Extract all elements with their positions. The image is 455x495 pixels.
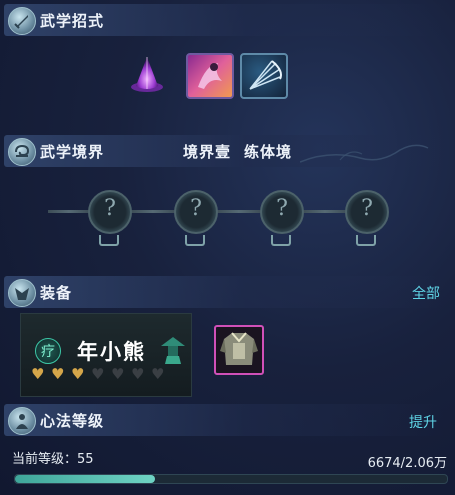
level-label: 当前等级：55 (12, 452, 94, 467)
exp-progress-fill (15, 475, 155, 483)
realm-node-2[interactable]: ? (174, 190, 218, 234)
moves-section-header: 武学招式 (4, 4, 444, 36)
heart-icon: ♥ (91, 365, 105, 383)
sage-figure-icon (8, 407, 36, 435)
character-card[interactable]: 疗 年小熊 (20, 313, 192, 397)
realm-node-3[interactable]: ? (260, 190, 304, 234)
heart-method-title: 心法等级 (40, 412, 105, 430)
upgrade-link[interactable]: 提升 (409, 412, 437, 432)
realm-node-4[interactable]: ? (345, 190, 389, 234)
healer-badge-icon: 疗 (35, 338, 61, 364)
all-equipment-link[interactable]: 全部 (412, 283, 440, 303)
equipment-emblem-icon (8, 279, 36, 307)
question-mark-icon: ? (190, 196, 202, 221)
character-name: 年小熊 (77, 340, 146, 364)
lock-tab-icon (271, 235, 291, 246)
skill-slot-crystal[interactable] (124, 53, 170, 97)
question-mark-icon: ? (361, 196, 373, 221)
heart-icon: ♥ (151, 365, 165, 383)
realm-stage: 练体境 (244, 143, 293, 161)
question-mark-icon: ? (104, 196, 116, 221)
heart-icon: ♥ (31, 365, 45, 383)
heart-method-section-header: 心法等级 提升 (4, 404, 444, 436)
moves-title: 武学招式 (40, 12, 105, 30)
realm-node-1[interactable]: ? (88, 190, 132, 234)
skill-slot-fan[interactable] (240, 53, 288, 99)
question-mark-icon: ? (276, 196, 288, 221)
exp-text: 6674/2.06万 (367, 456, 447, 471)
cloud-ornament (300, 144, 429, 163)
realm-title: 武学境界 (40, 143, 105, 161)
heart-icon: ♥ (131, 365, 145, 383)
heart-icon: ♥ (71, 365, 85, 383)
heart-icon: ♥ (111, 365, 125, 383)
equipment-slot-armor[interactable] (214, 325, 264, 375)
dancer-skill-icon (198, 63, 222, 89)
skill-slot-dancer[interactable] (186, 53, 234, 99)
hat-figure-icon (161, 337, 185, 364)
equipment-section-header: 装备 全部 (4, 276, 444, 308)
realm-path-line (302, 210, 348, 213)
fan-skill-icon (249, 60, 282, 90)
realm-path-line (216, 210, 262, 213)
equipment-title: 装备 (40, 284, 73, 302)
lock-tab-icon (185, 235, 205, 246)
purple-crystal-cone-icon (131, 57, 163, 92)
realm-path-line (130, 210, 176, 213)
sword-icon (8, 7, 36, 35)
heart-icon: ♥ (51, 365, 65, 383)
swirl-icon (8, 138, 36, 166)
lock-tab-icon (356, 235, 376, 246)
realm-path-line (48, 210, 90, 213)
armor-chestplate-icon (220, 332, 258, 365)
lock-tab-icon (99, 235, 119, 246)
level-value: 55 (77, 452, 94, 467)
exp-progress-bar (14, 474, 448, 484)
realm-name: 境界壹 (183, 143, 232, 161)
